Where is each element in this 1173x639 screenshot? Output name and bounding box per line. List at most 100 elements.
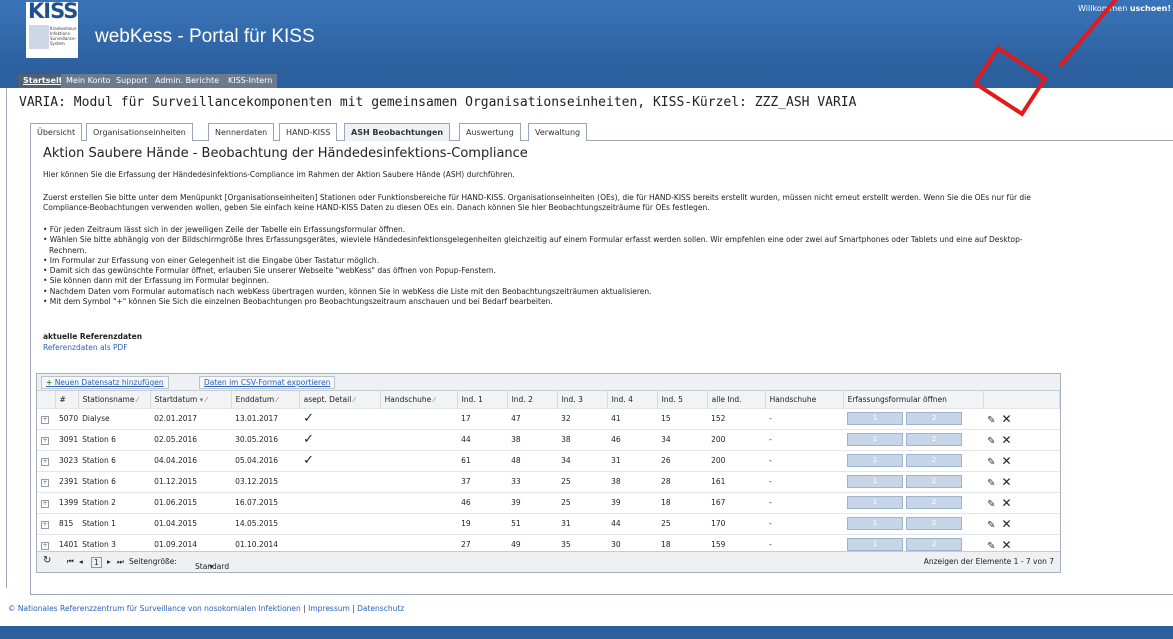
delete-icon[interactable]: ✕ xyxy=(1001,496,1011,510)
table-row: +1399 Station 2 01.06.2015 16.07.2015 46 39 25… xyxy=(37,491,1060,513)
col-handschuhe[interactable]: Handschuhe ⁄ xyxy=(380,391,458,408)
delete-icon[interactable]: ✕ xyxy=(1001,538,1011,552)
table-row: +3091 Station 6 02.05.2016 30.05.2016 ✓ 44 38 3… xyxy=(37,428,1060,450)
col-station[interactable]: Stationsname ⁄ xyxy=(78,391,151,408)
col-ind4[interactable]: Ind. 4 xyxy=(607,391,658,408)
open-form-2-button[interactable]: 2 xyxy=(906,412,963,425)
nav-kiss-intern[interactable]: KISS-Intern xyxy=(223,74,279,88)
cell-ind3: 34 xyxy=(557,449,608,471)
cell-start: 02.01.2017 xyxy=(150,407,232,429)
cell-all: 167 xyxy=(707,491,766,513)
tab-verwaltung[interactable]: Verwaltung xyxy=(528,123,588,141)
open-form-1-button[interactable]: 1 xyxy=(847,538,904,552)
current-page[interactable]: 1 xyxy=(91,557,102,568)
expand-icon[interactable]: + xyxy=(41,520,49,529)
page-size-select[interactable]: Standard ▾ xyxy=(195,557,229,571)
tab-nennerdaten[interactable]: Nennerdaten xyxy=(208,123,275,141)
col-ind1[interactable]: Ind. 1 xyxy=(457,391,508,408)
cell-id: 1399 xyxy=(55,491,79,513)
cell-ind2: 33 xyxy=(507,470,558,492)
edit-icon[interactable]: ✎ xyxy=(987,478,995,489)
edit-icon[interactable]: ✎ xyxy=(987,499,995,510)
col-handschuhe-2[interactable]: Handschuhe xyxy=(765,391,844,408)
tab-uebersicht[interactable]: Übersicht xyxy=(30,123,83,141)
expand-icon[interactable]: + xyxy=(41,415,49,424)
expand-icon[interactable]: + xyxy=(41,436,49,445)
welcome-text: Willkommen uschoen! xyxy=(1078,4,1171,13)
cell-id: 5070 xyxy=(55,407,79,429)
delete-icon[interactable]: ✕ xyxy=(1001,517,1011,531)
footer-org-link[interactable]: © Nationales Referenzzentrum für Surveil… xyxy=(8,604,301,613)
open-form-2-button[interactable]: 2 xyxy=(906,538,963,552)
col-end[interactable]: Enddatum ⁄ xyxy=(231,391,300,408)
cell-all: 152 xyxy=(707,407,766,429)
nav-admin-berichte[interactable]: Admin. Berichte xyxy=(150,74,226,88)
cell-ind3: 31 xyxy=(557,512,608,534)
col-asept-detail[interactable]: asept. Detail ⁄ xyxy=(299,391,381,408)
open-form-2-button[interactable]: 2 xyxy=(906,433,963,446)
open-form-2-button[interactable]: 2 xyxy=(906,475,963,488)
chevron-down-icon: ▾ xyxy=(209,562,214,571)
open-form-1-button[interactable]: 1 xyxy=(847,475,904,488)
delete-icon[interactable]: ✕ xyxy=(1001,412,1011,426)
instructions-line-2: Compliance-Beobachtungen verwenden wolle… xyxy=(43,203,710,212)
next-page-icon[interactable]: ▸ xyxy=(107,557,111,566)
col-ind2[interactable]: Ind. 2 xyxy=(507,391,558,408)
edit-icon[interactable]: ✎ xyxy=(987,520,995,531)
open-form-2-button[interactable]: 2 xyxy=(906,517,963,530)
table-body: +5070 Dialyse 02.01.2017 13.01.2017 ✓ 17 47 32 4… xyxy=(37,407,1060,555)
col-ind5[interactable]: Ind. 5 xyxy=(657,391,708,408)
edit-icon[interactable]: ✎ xyxy=(987,436,995,447)
cell-detail: ✓ xyxy=(299,407,381,429)
prev-page-icon[interactable]: ◂ xyxy=(79,557,83,566)
nav-mein-konto[interactable]: Mein Konto xyxy=(61,74,117,88)
export-csv-button[interactable]: Daten im CSV-Format exportieren xyxy=(199,376,336,389)
cell-ind2: 51 xyxy=(507,512,558,534)
cell-all: 200 xyxy=(707,449,766,471)
bullet-item: • Mit dem Symbol "+" können Sie Sich die… xyxy=(43,297,553,307)
user-name: uschoen! xyxy=(1129,4,1171,13)
tab-ash-beobachtungen[interactable]: ASH Beobachtungen xyxy=(344,123,451,141)
add-record-button[interactable]: + Neuen Datensatz hinzufügen xyxy=(41,376,169,389)
delete-icon[interactable]: ✕ xyxy=(1001,433,1011,447)
refresh-icon[interactable]: ↻ xyxy=(43,555,51,566)
cell-ind2: 38 xyxy=(507,428,558,450)
cell-end: 14.05.2015 xyxy=(231,512,300,534)
expand-icon[interactable]: + xyxy=(41,541,49,550)
cell-id: 815 xyxy=(55,512,79,534)
first-page-icon[interactable]: ⏮ xyxy=(67,557,74,567)
open-form-1-button[interactable]: 1 xyxy=(847,433,904,446)
nav-support[interactable]: Support xyxy=(111,74,154,88)
cell-station: Dialyse xyxy=(78,407,151,429)
open-form-1-button[interactable]: 1 xyxy=(847,496,904,509)
reference-pdf-link[interactable]: Referenzdaten als PDF xyxy=(43,343,128,352)
open-form-1-button[interactable]: 1 xyxy=(847,412,904,425)
last-page-icon[interactable]: ⏭ xyxy=(117,557,124,567)
sort-icon: ⁄ xyxy=(205,395,207,404)
delete-icon[interactable]: ✕ xyxy=(1001,454,1011,468)
col-all-ind[interactable]: alle Ind. xyxy=(707,391,766,408)
expand-icon[interactable]: + xyxy=(41,478,49,487)
col-ind3[interactable]: Ind. 3 xyxy=(557,391,608,408)
tab-hand-kiss[interactable]: HAND-KISS xyxy=(279,123,338,141)
expand-icon[interactable]: + xyxy=(41,457,49,466)
col-start[interactable]: Startdatum ▾ ⁄ xyxy=(150,391,232,408)
edit-icon[interactable]: ✎ xyxy=(987,415,995,426)
cell-detail: ✓ xyxy=(299,428,381,450)
footer-impressum-link[interactable]: Impressum xyxy=(308,604,350,613)
tab-auswertung[interactable]: Auswertung xyxy=(459,123,521,141)
delete-icon[interactable]: ✕ xyxy=(1001,475,1011,489)
edit-icon[interactable]: ✎ xyxy=(987,457,995,468)
col-id[interactable]: # xyxy=(55,391,79,408)
open-form-2-button[interactable]: 2 xyxy=(906,496,963,509)
open-form-1-button[interactable]: 1 xyxy=(847,517,904,530)
open-form-1-button[interactable]: 1 xyxy=(847,454,904,467)
expand-icon[interactable]: + xyxy=(41,499,49,508)
footer-datenschutz-link[interactable]: Datenschutz xyxy=(357,604,404,613)
footer: © Nationales Referenzzentrum für Surveil… xyxy=(8,604,405,613)
cell-ind1: 19 xyxy=(457,512,508,534)
observation-grid: + Neuen Datensatz hinzufügen Daten im CS… xyxy=(36,373,1061,573)
open-form-2-button[interactable]: 2 xyxy=(906,454,963,467)
tab-organisationseinheiten[interactable]: Organisationseinheiten xyxy=(86,123,193,141)
grid-toolbar: + Neuen Datensatz hinzufügen Daten im CS… xyxy=(37,374,1060,391)
